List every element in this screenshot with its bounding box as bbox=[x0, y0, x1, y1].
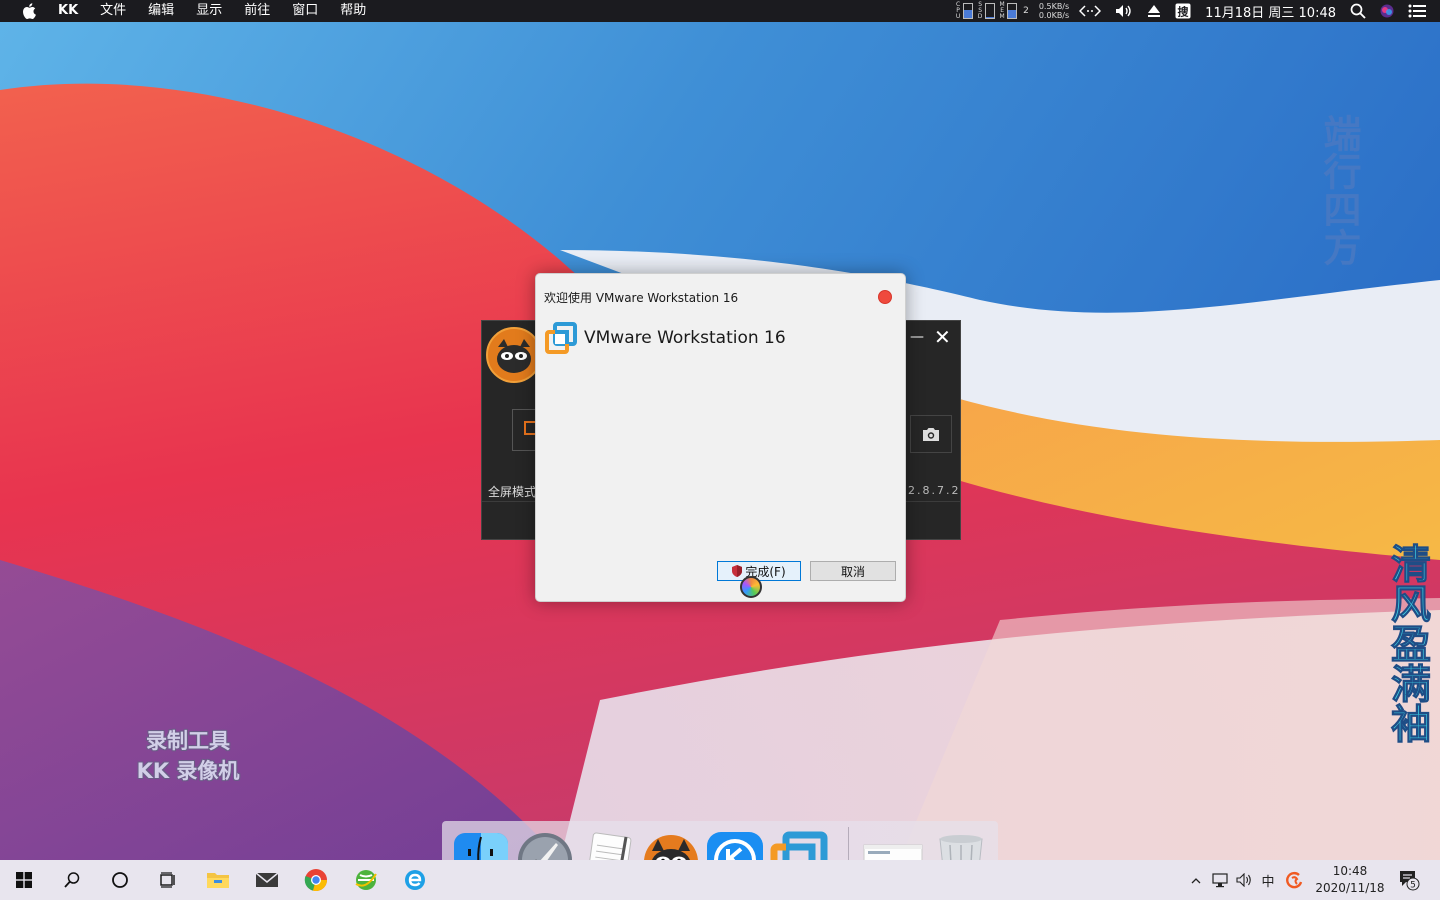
dialog-titlebar[interactable]: 欢迎使用 VMware Workstation 16 bbox=[536, 274, 905, 306]
dialog-title: 欢迎使用 VMware Workstation 16 bbox=[544, 291, 739, 305]
ime-indicator[interactable]: 中 bbox=[1256, 860, 1280, 900]
cpu-meter-fill bbox=[964, 10, 973, 18]
cortana-icon[interactable] bbox=[96, 860, 144, 900]
spotlight-search-icon[interactable] bbox=[1350, 0, 1366, 22]
system-monitor[interactable]: CPU SSD MEM 2 bbox=[955, 2, 1029, 20]
browser-green-icon[interactable] bbox=[342, 860, 390, 900]
taskbar-clock[interactable]: 10:48 2020/11/18 bbox=[1300, 863, 1400, 897]
mode-label: 全屏模式 bbox=[488, 485, 537, 499]
meter-extra: 2 bbox=[1023, 6, 1029, 16]
task-view-icon[interactable] bbox=[144, 860, 192, 900]
finish-button[interactable]: 完成(F) bbox=[717, 561, 801, 581]
eject-icon[interactable] bbox=[1147, 0, 1161, 22]
internet-explorer-icon[interactable] bbox=[391, 860, 439, 900]
dialog-heading: VMware Workstation 16 bbox=[584, 328, 786, 348]
cancel-button[interactable]: 取消 bbox=[810, 561, 896, 581]
file-explorer-icon[interactable] bbox=[194, 860, 242, 900]
input-method-icon[interactable]: 搜 bbox=[1175, 0, 1191, 22]
vmware-logo-icon bbox=[545, 322, 577, 354]
net-up: 0.5KB/s bbox=[1038, 2, 1070, 11]
network-speed[interactable]: 0.5KB/s 0.0KB/s bbox=[1039, 2, 1069, 20]
net-down: 0.0KB/s bbox=[1038, 11, 1070, 20]
wallpaper-calligraphy-1: 端行四方 bbox=[1317, 114, 1362, 266]
siri-icon[interactable] bbox=[1380, 0, 1394, 22]
dialog-close-icon[interactable] bbox=[878, 290, 892, 304]
menu-window[interactable]: 窗口 bbox=[292, 0, 318, 22]
mem-meter-fill bbox=[1008, 9, 1017, 18]
action-center-icon[interactable]: 5 bbox=[1394, 860, 1424, 900]
mem-meter: MEM bbox=[999, 1, 1018, 20]
menu-view[interactable]: 显示 bbox=[196, 0, 222, 22]
watermark-line-1: 录制工具 bbox=[146, 729, 230, 753]
code-arrows-icon[interactable] bbox=[1079, 0, 1102, 22]
recorder-watermark: 录制工具 KK 录像机 bbox=[118, 726, 258, 786]
vmware-welcome-dialog: 欢迎使用 VMware Workstation 16 VMware Workst… bbox=[535, 273, 906, 602]
cancel-button-label: 取消 bbox=[840, 564, 865, 579]
windows-start-icon[interactable] bbox=[0, 860, 48, 900]
menubar-clock[interactable]: 11月18日 周三 10:48 bbox=[1205, 0, 1336, 22]
fullscreen-mode-icon[interactable] bbox=[512, 409, 538, 451]
screenshot-camera-icon[interactable] bbox=[910, 415, 952, 453]
mail-icon[interactable] bbox=[243, 860, 291, 900]
taskbar: 中 10:48 2020/11/18 5 bbox=[0, 860, 1440, 900]
menu-go[interactable]: 前往 bbox=[244, 0, 270, 22]
version-label: 2.8.7.2 bbox=[908, 484, 961, 497]
network-icon[interactable] bbox=[1208, 860, 1232, 900]
menu-bar: KK 文件 编辑 显示 前往 窗口 帮助 CPU SSD MEM 2 0.5KB… bbox=[0, 0, 1440, 22]
taskbar-date: 2020/11/18 bbox=[1315, 881, 1385, 895]
minimize-button[interactable]: — bbox=[910, 329, 924, 345]
kk-logo-icon bbox=[486, 327, 542, 383]
menu-app-name[interactable]: KK bbox=[58, 0, 78, 22]
taskbar-time: 10:48 bbox=[1332, 864, 1368, 878]
wallpaper-calligraphy-2: 清风盈满袖 bbox=[1384, 543, 1432, 744]
taskbar-volume-icon[interactable] bbox=[1232, 860, 1256, 900]
admin-shield-icon bbox=[732, 565, 743, 577]
chrome-browser-icon[interactable] bbox=[292, 860, 340, 900]
watermark-line-2: KK 录像机 bbox=[136, 759, 240, 783]
menu-help[interactable]: 帮助 bbox=[340, 0, 366, 22]
menu-file[interactable]: 文件 bbox=[100, 0, 126, 22]
busy-cursor-icon bbox=[740, 576, 762, 598]
notification-count: 5 bbox=[1410, 881, 1416, 891]
ssd-meter: SSD bbox=[977, 1, 996, 20]
cpu-meter: CPU bbox=[955, 1, 974, 20]
notification-center-icon[interactable] bbox=[1408, 0, 1426, 22]
ssd-meter-fill bbox=[986, 16, 995, 18]
taskbar-search-icon[interactable] bbox=[48, 860, 96, 900]
cpu-meter-label: CPU bbox=[955, 1, 961, 20]
menu-edit[interactable]: 编辑 bbox=[148, 0, 174, 22]
svg-text:搜: 搜 bbox=[1178, 5, 1190, 19]
apple-menu-icon[interactable] bbox=[18, 0, 40, 22]
ssd-meter-label: SSD bbox=[977, 1, 983, 20]
close-button[interactable]: ✕ bbox=[934, 325, 951, 349]
mem-meter-label: MEM bbox=[999, 1, 1005, 20]
volume-icon[interactable] bbox=[1115, 0, 1133, 22]
show-hidden-icons[interactable] bbox=[1186, 860, 1206, 900]
